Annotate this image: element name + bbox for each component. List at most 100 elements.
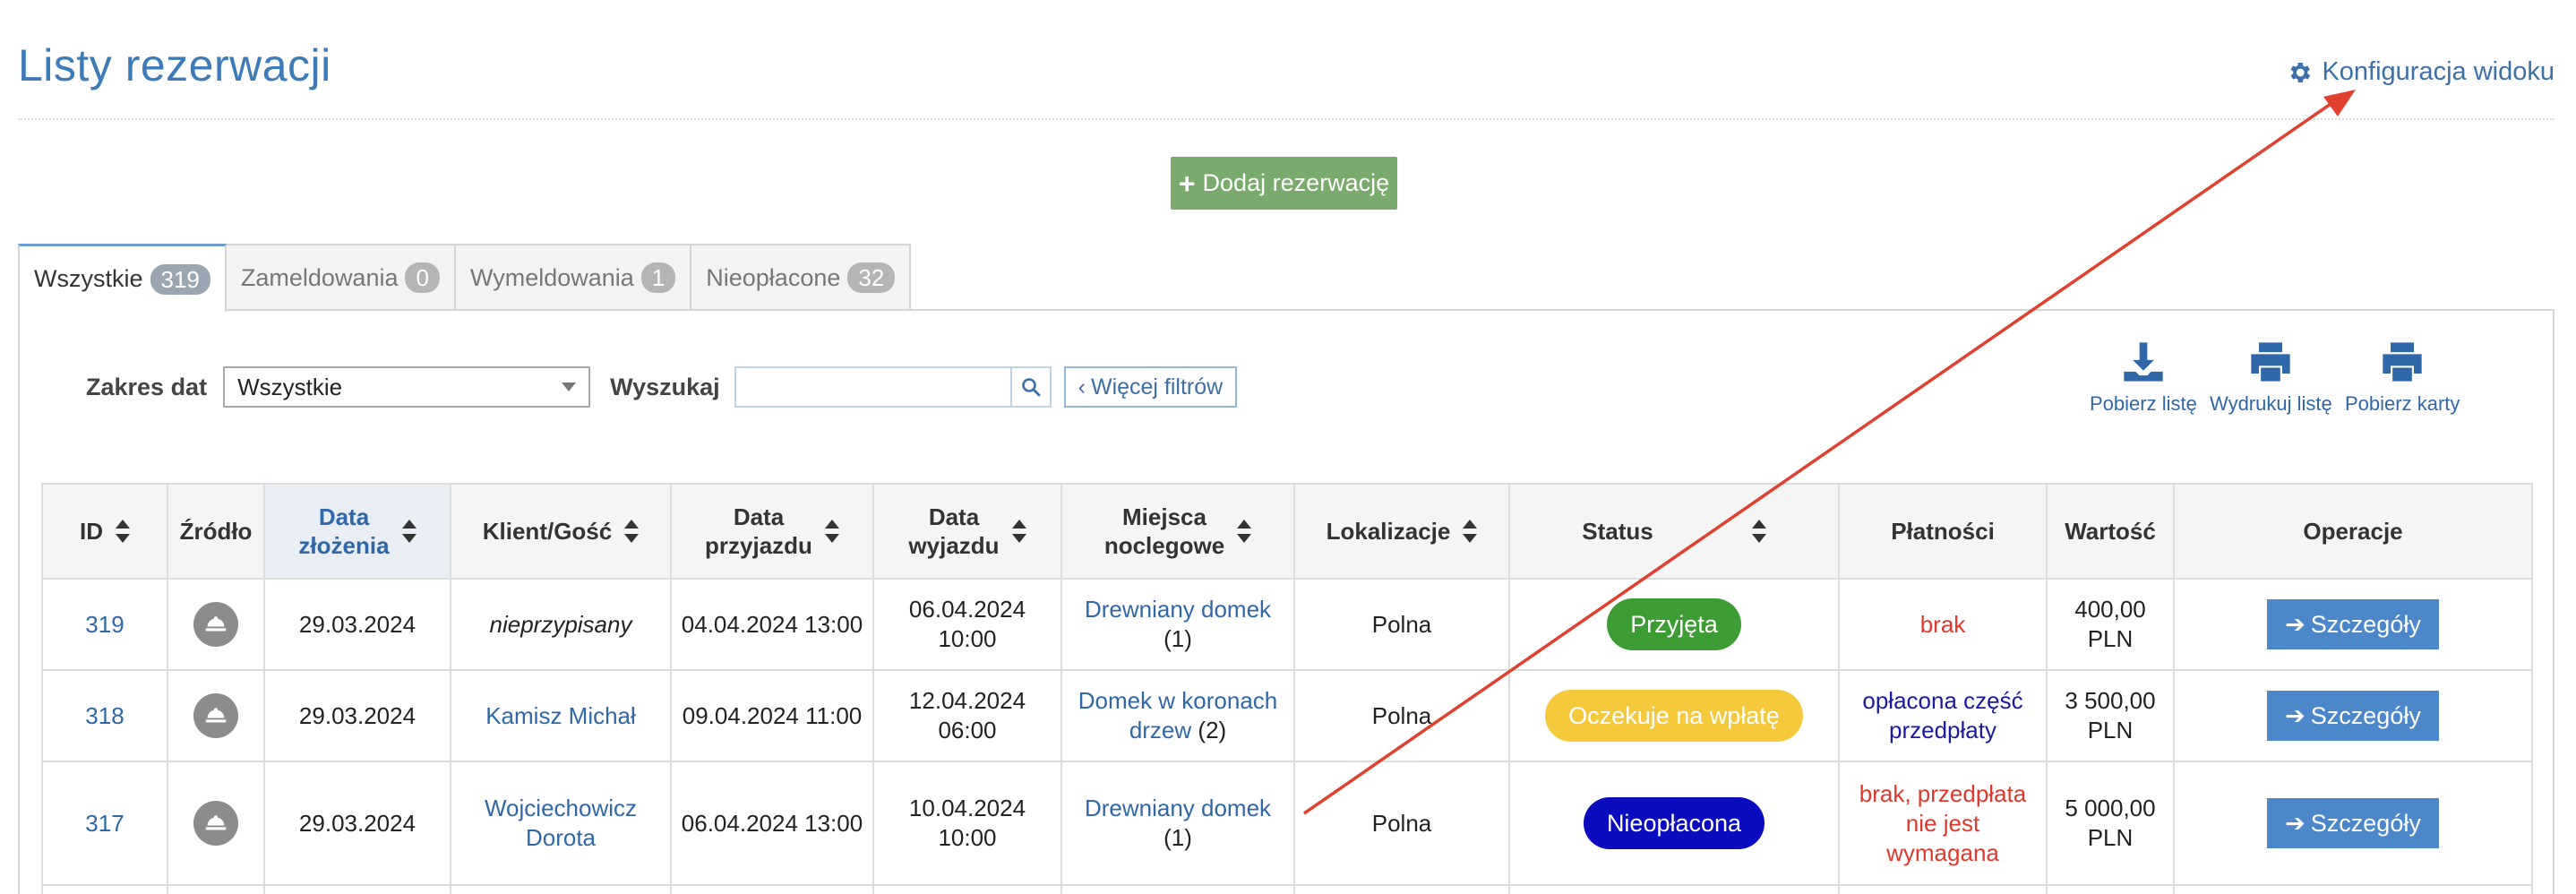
client-cell: Kamisz Michał: [450, 669, 672, 762]
sort-icon: [624, 520, 640, 543]
status-cell: Oczekuje na wpłatę: [1508, 669, 1840, 762]
print-cards-label: Pobierz karty: [2345, 392, 2460, 415]
reservation-tabs: Wszystkie 319 Zameldowania 0 Wymeldowani…: [18, 244, 912, 312]
tab-count-badge: 1: [640, 262, 676, 293]
value-cell: 3 500,00 PLN: [2046, 669, 2175, 762]
payment-status: brak: [1838, 578, 2048, 671]
add-reservation-button[interactable]: + Dodaj rezerwację: [1171, 157, 1397, 210]
location: Polna: [1293, 578, 1510, 671]
printer-icon: [2383, 342, 2422, 382]
departure-date: 10.04.2024 10:00: [872, 761, 1062, 886]
col-id-header[interactable]: ID: [41, 483, 168, 580]
status-badge: Oczekuje na wpłatę: [1545, 690, 1803, 742]
col-value-header: Wartość: [2046, 483, 2175, 580]
title-divider: [18, 118, 2555, 120]
search-button[interactable]: [1009, 366, 1052, 408]
concierge-bell-icon: [193, 602, 238, 647]
table-row: [41, 884, 2533, 894]
place-cell: Drewniany domek (1): [1060, 761, 1295, 886]
created-date: 29.03.2024: [263, 761, 451, 886]
tab-label: Wymeldowania: [469, 263, 634, 291]
col-source-header: Źródło: [167, 483, 265, 580]
tab-checkins[interactable]: Zameldowania 0: [224, 244, 456, 310]
reservation-id[interactable]: 317: [41, 761, 168, 886]
tab-count-badge: 32: [847, 262, 896, 293]
tab-unpaid[interactable]: Nieopłacone 32: [690, 244, 912, 310]
location: Polna: [1293, 761, 1510, 886]
details-button[interactable]: ➔ Szczegóły: [2267, 691, 2439, 741]
col-locations-header[interactable]: Lokalizacje: [1293, 483, 1510, 580]
operations-cell: ➔ Szczegóły: [2173, 761, 2533, 886]
tab-label: Nieopłacone: [706, 263, 841, 291]
place-link[interactable]: Domek w koronach drzew: [1078, 687, 1278, 744]
tab-checkouts[interactable]: Wymeldowania 1: [453, 244, 692, 310]
payment-status: brak, przedpłata nie jest wymagana: [1838, 761, 2048, 886]
sort-icon: [401, 520, 416, 543]
sort-icon: [1463, 520, 1478, 543]
place-link[interactable]: Drewniany domek: [1085, 795, 1271, 821]
client-link[interactable]: Wojciechowicz Dorota: [485, 795, 637, 851]
sort-icon: [1011, 520, 1026, 543]
col-status-header[interactable]: Status: [1508, 483, 1840, 580]
print-cards-action[interactable]: Pobierz karty: [2345, 339, 2460, 416]
tab-all[interactable]: Wszystkie 319: [18, 244, 227, 312]
reservation-id[interactable]: 318: [41, 669, 168, 762]
client-cell: Wojciechowicz Dorota: [450, 761, 672, 886]
chevron-left-icon: ‹: [1078, 374, 1086, 400]
search-icon: [1021, 378, 1041, 397]
reservation-id[interactable]: 319: [41, 578, 168, 671]
table-row: 319 29.03.2024 nieprzypisany 04.04.2024 …: [41, 578, 2533, 671]
config-view-link[interactable]: Konfiguracja widoku: [2286, 57, 2555, 87]
value-cell: 5 000,00 PLN: [2046, 761, 2175, 886]
print-list-label: Wydrukuj listę: [2210, 392, 2332, 415]
client-link[interactable]: Kamisz Michał: [485, 702, 636, 729]
col-created-header[interactable]: Data złożenia: [263, 483, 451, 580]
col-places-header[interactable]: Miejsca noclegowe: [1060, 483, 1295, 580]
tab-label: Wszystkie: [34, 265, 143, 292]
tab-label: Zameldowania: [240, 263, 399, 291]
download-icon: [2124, 342, 2163, 382]
client-name: nieprzypisany: [450, 578, 672, 671]
date-range-label: Zakres dat: [86, 373, 208, 400]
arrival-date: 09.04.2024 11:00: [670, 669, 874, 762]
payment-status: opłacona część przedpłaty: [1838, 669, 2048, 762]
printer-icon: [2251, 342, 2291, 382]
col-payments-header: Płatności: [1838, 483, 2048, 580]
operations-cell: ➔ Szczegóły: [2173, 669, 2533, 762]
more-filters-button[interactable]: ‹ Więcej filtrów: [1063, 366, 1238, 408]
search-input[interactable]: [734, 366, 1010, 408]
tab-count-badge: 319: [150, 263, 210, 295]
source-cell: [167, 761, 265, 886]
source-cell: [167, 578, 265, 671]
status-cell: Przyjęta: [1508, 578, 1840, 671]
location: Polna: [1293, 669, 1510, 762]
config-view-label: Konfiguracja widoku: [2322, 57, 2555, 86]
concierge-bell-icon: [193, 801, 238, 846]
col-arrival-header[interactable]: Data przyjazdu: [670, 483, 874, 580]
reservations-table: ID Źródło Data złożenia Klient/Gość Data p…: [41, 483, 2533, 894]
arrow-right-icon: ➔: [2285, 701, 2306, 729]
print-list-action[interactable]: Wydrukuj listę: [2210, 339, 2332, 416]
details-button[interactable]: ➔ Szczegóły: [2267, 798, 2439, 848]
value-cell: 400,00 PLN: [2046, 578, 2175, 671]
gear-icon: [2290, 62, 2311, 82]
status-badge: Przyjęta: [1607, 598, 1741, 650]
date-range-value: Wszystkie: [237, 373, 343, 400]
download-list-label: Pobierz listę: [2090, 392, 2197, 415]
add-reservation-label: Dodaj rezerwację: [1202, 169, 1390, 196]
search-label: Wyszukaj: [610, 373, 720, 400]
col-departure-header[interactable]: Data wyjazdu: [872, 483, 1062, 580]
more-filters-label: Więcej filtrów: [1090, 374, 1224, 400]
date-range-select[interactable]: Wszystkie: [223, 366, 591, 408]
caret-down-icon: [562, 383, 577, 391]
place-link[interactable]: Drewniany domek: [1085, 596, 1271, 623]
concierge-bell-icon: [193, 693, 238, 738]
place-cell: Drewniany domek (1): [1060, 578, 1295, 671]
col-operations-header: Operacje: [2173, 483, 2533, 580]
page-title: Listy rezerwacji: [18, 40, 331, 90]
download-list-action[interactable]: Pobierz listę: [2090, 339, 2197, 416]
sort-icon: [824, 520, 839, 543]
col-client-header[interactable]: Klient/Gość: [450, 483, 672, 580]
table-header-row: ID Źródło Data złożenia Klient/Gość Data p…: [41, 483, 2533, 580]
details-button[interactable]: ➔ Szczegóły: [2267, 599, 2439, 649]
